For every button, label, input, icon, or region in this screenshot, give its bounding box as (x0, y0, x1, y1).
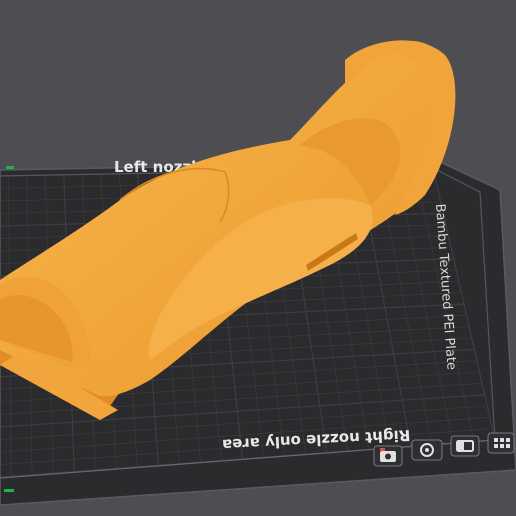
grid-button[interactable] (487, 432, 515, 454)
3d-viewport[interactable]: Left nozzle Right nozzle only area Bambu… (0, 0, 516, 516)
view-button[interactable] (450, 435, 480, 457)
axis-marker-top (6, 166, 14, 169)
3d-scene[interactable]: Left nozzle Right nozzle only area Bambu… (0, 0, 516, 516)
orient-button[interactable] (411, 439, 443, 461)
axis-marker-bottom (4, 489, 14, 492)
camera-button[interactable] (373, 445, 403, 467)
